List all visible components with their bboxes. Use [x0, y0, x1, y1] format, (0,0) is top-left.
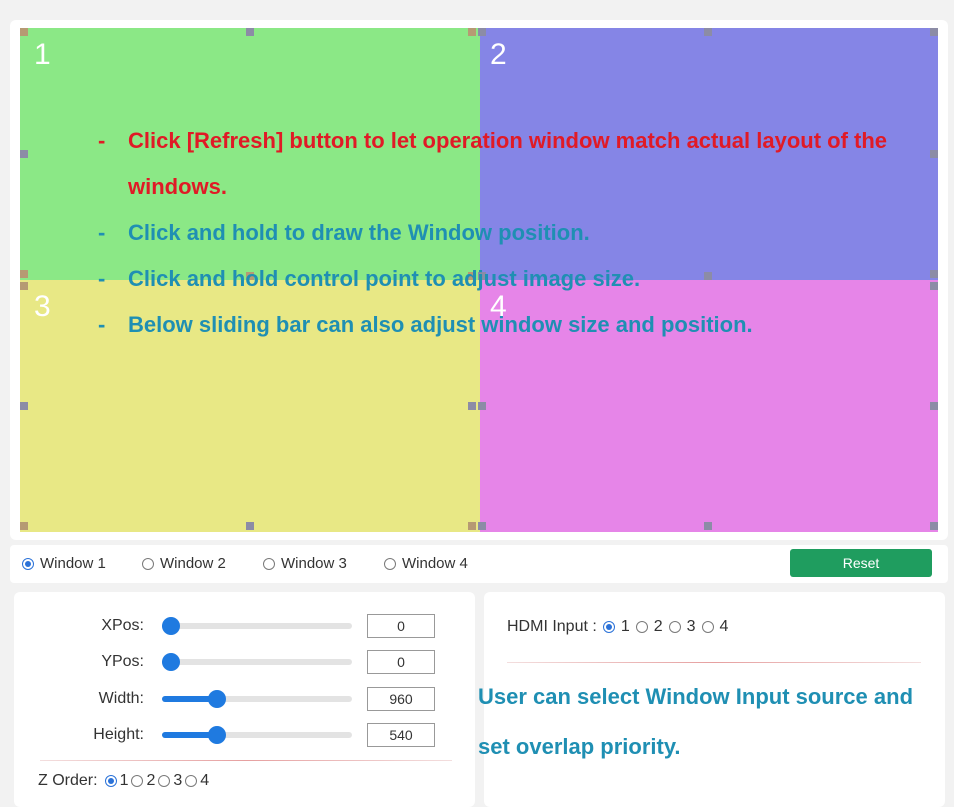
hdmi-option: 4: [719, 618, 729, 635]
bullet-dash: -: [98, 266, 106, 291]
control-point[interactable]: [930, 150, 938, 158]
input-source-note: User can select Window Input source and …: [478, 684, 914, 759]
z-order-radio-4[interactable]: [185, 775, 198, 787]
control-point[interactable]: [930, 282, 938, 290]
instruction-text: Click and hold control point to adjust i…: [128, 266, 641, 291]
ypos-input[interactable]: 0: [367, 650, 435, 674]
bullet-dash: -: [98, 312, 106, 337]
width-input[interactable]: 960: [367, 687, 435, 711]
xpos-slider[interactable]: [162, 617, 352, 635]
control-point[interactable]: [478, 402, 486, 410]
window-option-label: Window 1: [40, 555, 106, 572]
control-point[interactable]: [20, 402, 28, 410]
z-order-group: Z Order: 1 2 3 4: [38, 772, 209, 790]
hdmi-option: 2: [653, 618, 663, 635]
z-order-option: 1: [119, 772, 129, 789]
z-order-label: Z Order:: [38, 772, 98, 789]
hdmi-radio-2[interactable]: [635, 621, 648, 633]
radio-icon[interactable]: [142, 557, 154, 570]
height-input[interactable]: 540: [367, 723, 435, 747]
z-order-option: 3: [173, 772, 183, 789]
control-point[interactable]: [478, 522, 486, 530]
z-order-radio-1[interactable]: [104, 775, 117, 787]
control-point[interactable]: [20, 150, 28, 158]
window-option-label: Window 2: [160, 555, 226, 572]
control-point[interactable]: [704, 28, 712, 36]
instruction-text: Below sliding bar can also adjust window…: [128, 312, 753, 337]
slider-thumb[interactable]: [162, 617, 180, 635]
width-slider[interactable]: [162, 690, 352, 708]
hdmi-radio-1[interactable]: [602, 621, 615, 633]
width-label: Width:: [98, 690, 144, 707]
control-point[interactable]: [930, 28, 938, 36]
bullet-dash: -: [98, 128, 106, 153]
radio-icon[interactable]: [263, 557, 275, 570]
z-order-radio-2[interactable]: [131, 775, 144, 787]
reset-button[interactable]: Reset: [790, 549, 932, 577]
height-slider-row: Height: 540: [0, 721, 460, 749]
radio-icon[interactable]: [384, 557, 396, 570]
z-order-option: 2: [146, 772, 156, 789]
control-point[interactable]: [468, 402, 476, 410]
divider: [40, 760, 452, 761]
instruction-item: - Click [Refresh] button to let operatio…: [98, 118, 918, 210]
hdmi-input-label: HDMI Input :: [507, 618, 597, 635]
control-point[interactable]: [20, 282, 28, 290]
ypos-slider-row: YPos: 0: [0, 648, 460, 676]
window-3-radio[interactable]: Window 3: [263, 555, 347, 572]
hdmi-input-group: HDMI Input : 1 2 3 4: [507, 618, 728, 636]
instruction-text: Click and hold to draw the Window positi…: [128, 220, 590, 245]
ypos-slider[interactable]: [162, 653, 352, 671]
control-point[interactable]: [930, 402, 938, 410]
height-label: Height:: [93, 726, 144, 743]
window-2-label: 2: [490, 38, 507, 71]
window-2-radio[interactable]: Window 2: [142, 555, 226, 572]
window-option-label: Window 4: [402, 555, 468, 572]
hdmi-radio-3[interactable]: [668, 621, 681, 633]
control-point[interactable]: [930, 522, 938, 530]
control-point[interactable]: [468, 28, 476, 36]
z-order-radio-3[interactable]: [158, 775, 171, 787]
instruction-overlay: - Click [Refresh] button to let operatio…: [98, 118, 918, 348]
slider-thumb[interactable]: [162, 653, 180, 671]
ypos-label: YPos:: [101, 653, 144, 670]
height-slider[interactable]: [162, 726, 352, 744]
control-point[interactable]: [246, 522, 254, 530]
control-point[interactable]: [20, 270, 28, 278]
instruction-item: - Click and hold to draw the Window posi…: [98, 210, 918, 256]
xpos-label: XPos:: [101, 617, 144, 634]
width-slider-row: Width: 960: [0, 685, 460, 713]
instruction-item: - Click and hold control point to adjust…: [98, 256, 918, 302]
slider-thumb[interactable]: [208, 726, 226, 744]
radio-selected-icon[interactable]: [22, 557, 34, 570]
window-1-label: 1: [34, 38, 51, 71]
instruction-item: - Below sliding bar can also adjust wind…: [98, 302, 918, 348]
hdmi-option: 1: [620, 618, 630, 635]
control-point[interactable]: [246, 28, 254, 36]
xpos-input[interactable]: 0: [367, 614, 435, 638]
control-point[interactable]: [930, 270, 938, 278]
hdmi-radio-4[interactable]: [701, 621, 714, 633]
window-option-label: Window 3: [281, 555, 347, 572]
bullet-dash: -: [98, 220, 106, 245]
control-point[interactable]: [20, 28, 28, 36]
window-3-label: 3: [34, 290, 51, 323]
slider-thumb[interactable]: [208, 690, 226, 708]
z-order-option: 4: [200, 772, 210, 789]
xpos-slider-row: XPos: 0: [0, 612, 460, 640]
window-1-radio[interactable]: Window 1: [22, 555, 106, 572]
control-point[interactable]: [20, 522, 28, 530]
window-4-radio[interactable]: Window 4: [384, 555, 468, 572]
instruction-text: Click [Refresh] button to let operation …: [128, 128, 888, 199]
control-point[interactable]: [704, 522, 712, 530]
hdmi-option: 3: [686, 618, 696, 635]
divider: [507, 662, 921, 663]
control-point[interactable]: [478, 28, 486, 36]
control-point[interactable]: [468, 522, 476, 530]
